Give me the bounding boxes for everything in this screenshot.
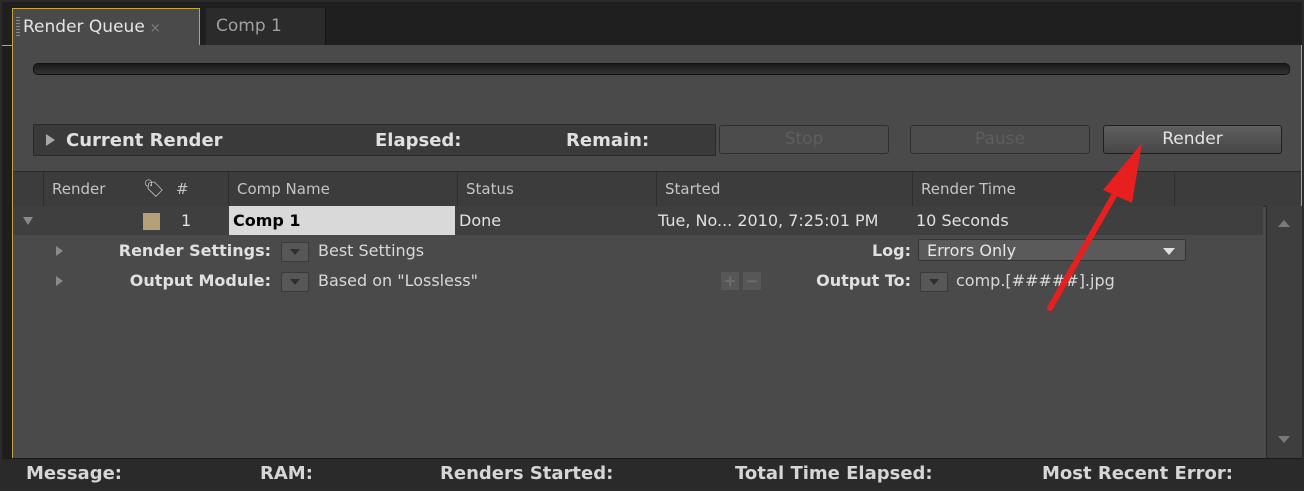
panel-grip-icon[interactable] — [16, 17, 20, 37]
column-comp-name[interactable]: Comp Name — [228, 172, 457, 206]
status-total-time-elapsed: Total Time Elapsed: — [735, 463, 933, 484]
pause-button[interactable]: Pause — [910, 125, 1090, 154]
item-comp-name[interactable]: Comp 1 — [229, 206, 455, 235]
tab-comp-1[interactable]: Comp 1 — [206, 8, 326, 45]
expand-down-icon[interactable] — [23, 217, 33, 225]
column-render[interactable]: Render — [43, 172, 141, 206]
column-render-time[interactable]: Render Time — [912, 172, 1174, 206]
elapsed-label: Elapsed: — [375, 130, 462, 151]
output-module-label: Output Module: — [129, 271, 271, 290]
output-to-label: Output To: — [816, 271, 911, 290]
render-settings-row: Render Settings: Best Settings Log: Erro… — [13, 236, 1263, 266]
stop-button[interactable]: Stop — [719, 125, 889, 154]
output-to-dropdown[interactable] — [920, 272, 948, 292]
scroll-up-icon[interactable] — [1278, 220, 1290, 227]
tab-render-queue[interactable]: Render Queue × — [12, 8, 200, 45]
current-render-label: Current Render — [66, 130, 223, 151]
log-select-value: Errors Only — [927, 241, 1017, 260]
log-label: Log: — [871, 241, 911, 260]
render-queue-panel: Current Render Elapsed: Remain: Stop Pau… — [12, 45, 1302, 458]
expand-right-icon[interactable] — [46, 134, 55, 146]
label-color-swatch[interactable] — [143, 213, 160, 230]
render-settings-dropdown[interactable] — [281, 242, 309, 262]
chevron-down-icon — [1163, 248, 1175, 255]
item-number: 1 — [181, 211, 192, 230]
queue-item-row[interactable]: 1 Comp 1 Done Tue, No... 2010, 7:25:01 P… — [13, 206, 1263, 235]
tab-label: Comp 1 — [216, 16, 282, 36]
column-number[interactable]: # — [168, 172, 228, 206]
expand-right-icon[interactable] — [56, 246, 63, 256]
tab-bar: Render Queue × Comp 1 — [2, 2, 1302, 46]
remove-output-module-button[interactable]: − — [743, 272, 761, 290]
output-module-value[interactable]: Based on "Lossless" — [318, 266, 478, 296]
render-queue-window: Render Queue × Comp 1 Current Render Elap… — [2, 2, 1302, 490]
add-output-module-button[interactable]: + — [721, 272, 739, 290]
column-spacer — [1174, 172, 1264, 206]
render-settings-label: Render Settings: — [118, 241, 271, 260]
column-started[interactable]: Started — [656, 172, 912, 206]
column-status[interactable]: Status — [457, 172, 656, 206]
output-module-dropdown[interactable] — [281, 272, 309, 292]
status-bar: Message: RAM: Renders Started: Total Tim… — [2, 458, 1302, 490]
current-render-section: Current Render Elapsed: Remain: — [33, 124, 716, 156]
render-progress-bar — [33, 63, 1290, 75]
scroll-down-icon[interactable] — [1278, 436, 1290, 443]
render-button[interactable]: Render — [1103, 125, 1282, 154]
tag-icon[interactable]: 🏷 — [143, 179, 165, 199]
status-message: Message: — [26, 463, 122, 484]
vertical-scrollbar[interactable] — [1266, 206, 1302, 458]
status-most-recent-error: Most Recent Error: — [1042, 463, 1233, 484]
status-ram: RAM: — [260, 463, 313, 484]
remain-label: Remain: — [566, 130, 650, 151]
item-started: Tue, No... 2010, 7:25:01 PM — [658, 211, 879, 230]
render-settings-value[interactable]: Best Settings — [318, 236, 424, 266]
status-renders-started: Renders Started: — [440, 463, 614, 484]
output-to-value[interactable]: comp.[#####].jpg — [956, 266, 1115, 296]
close-icon[interactable]: × — [150, 21, 161, 36]
item-status: Done — [459, 211, 502, 230]
item-render-time: 10 Seconds — [916, 211, 1009, 230]
expand-right-icon[interactable] — [56, 276, 63, 286]
log-select[interactable]: Errors Only — [918, 239, 1186, 261]
tab-label: Render Queue — [23, 17, 145, 37]
column-headers: Render 🏷 # Comp Name Status Started Rend… — [13, 171, 1301, 207]
output-module-row: Output Module: Based on "Lossless" + − O… — [13, 266, 1263, 296]
